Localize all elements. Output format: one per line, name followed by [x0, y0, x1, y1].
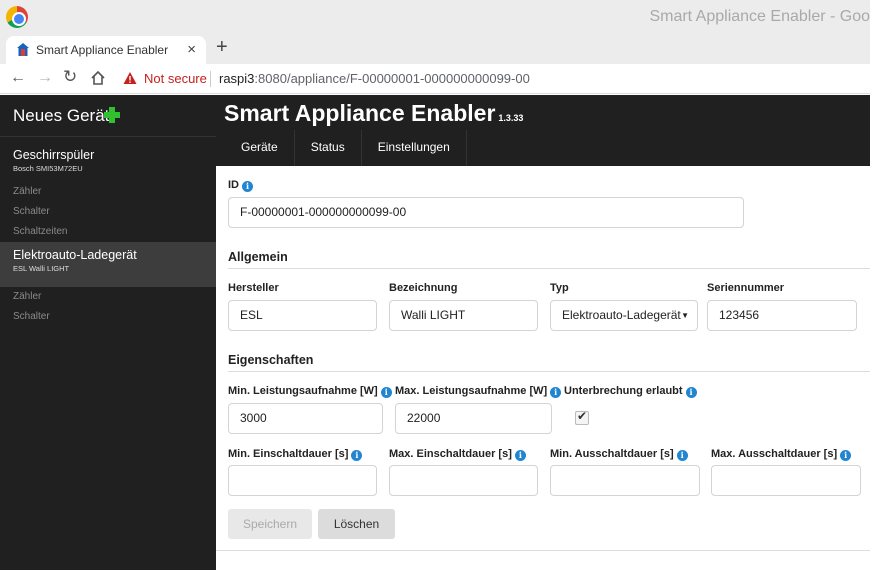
device-name: Elektroauto-Ladegerät [13, 248, 137, 262]
menu-item-status[interactable]: Status [293, 130, 361, 166]
min-on-duration-input[interactable] [228, 465, 377, 496]
manufacturer-input[interactable]: ESL [228, 300, 377, 331]
device-subtitle: ESL Walli LIGHT [13, 264, 70, 273]
sidebar-link-schalter[interactable]: Schalter [13, 206, 50, 217]
manufacturer-label: Hersteller [228, 282, 279, 294]
tab-title: Smart Appliance Enabler [36, 43, 169, 57]
window-title: Smart Appliance Enabler - Goo [649, 8, 870, 25]
info-icon[interactable]: i [550, 387, 562, 398]
info-icon[interactable]: i [685, 387, 697, 398]
max-power-label-text: Max. Leistungsaufnahme [W] [395, 385, 548, 397]
min-power-label: Min. Leistungsaufnahme [W] i [228, 385, 392, 398]
interruption-label-text: Unterbrechung erlaubt [564, 385, 683, 397]
browser-tab[interactable]: Smart Appliance Enabler × [6, 36, 206, 64]
interruption-label: Unterbrechung erlaubt i [564, 385, 697, 398]
section-general-title: Allgemein [228, 250, 288, 264]
house-favicon-icon [17, 43, 29, 56]
max-power-input[interactable]: 22000 [395, 403, 552, 434]
min-off-duration-input[interactable] [550, 465, 700, 496]
min-power-input[interactable]: 3000 [228, 403, 383, 434]
min-on-duration-label: Min. Einschaltdauer [s] i [228, 448, 363, 461]
new-device-link[interactable]: Neues Gerät [13, 106, 109, 126]
app-version: 1.3.33 [498, 113, 524, 123]
delete-button[interactable]: Löschen [318, 509, 395, 539]
info-icon[interactable]: i [676, 450, 688, 461]
serial-input[interactable]: 123456 [707, 300, 857, 331]
form-bottom-divider [216, 550, 870, 551]
plus-icon[interactable] [104, 107, 120, 123]
home-icon[interactable] [90, 70, 106, 86]
address-bar[interactable]: Not secure raspi3:8080/appliance/F-00000… [116, 66, 870, 92]
sidebar-link-schalter[interactable]: Schalter [13, 311, 50, 322]
sidebar-link-zaehler[interactable]: Zähler [13, 186, 41, 197]
min-on-duration-label-text: Min. Einschaltdauer [s] [228, 448, 349, 460]
forward-arrow-icon[interactable]: → [37, 69, 53, 87]
type-select[interactable]: Elektroauto-Ladegerät ▼ [550, 300, 698, 331]
chrome-logo-icon[interactable] [6, 6, 28, 28]
max-off-duration-label-text: Max. Ausschaltdauer [s] [711, 448, 838, 460]
new-tab-button[interactable]: + [216, 36, 228, 59]
id-label-text: ID [228, 179, 239, 191]
sidebar-device-geschirrspueler[interactable]: Geschirrspüler Bosch SMI53M72EU [0, 142, 216, 187]
browser-toolbar: ← → ↻ Not secure raspi3:8080/appliance/F… [0, 64, 870, 94]
info-icon[interactable]: i [514, 450, 526, 461]
info-icon[interactable]: i [351, 450, 363, 461]
info-icon[interactable]: i [242, 181, 253, 192]
url-text[interactable]: raspi3:8080/appliance/F-00000001-0000000… [219, 71, 530, 86]
device-name: Geschirrspüler [13, 148, 95, 162]
back-arrow-icon[interactable]: ← [10, 69, 26, 87]
warning-triangle-icon [123, 72, 137, 84]
sidebar-device-elektroauto[interactable]: Elektroauto-Ladegerät ESL Walli LIGHT [0, 242, 216, 287]
reload-icon[interactable]: ↻ [63, 67, 77, 87]
sidebar-divider [0, 136, 216, 137]
dropdown-arrow-icon: ▼ [681, 311, 689, 320]
info-icon[interactable]: i [380, 387, 392, 398]
interruption-checkbox[interactable] [575, 409, 589, 425]
serial-label: Seriennummer [707, 282, 785, 294]
url-path: :8080/appliance/F-00000001-000000000099-… [254, 71, 530, 86]
sidebar-link-schaltzeiten[interactable]: Schaltzeiten [13, 226, 67, 237]
max-power-label: Max. Leistungsaufnahme [W] i [395, 385, 562, 398]
omnibox-separator [210, 71, 211, 87]
sidebar-link-zaehler[interactable]: Zähler [13, 291, 41, 302]
name-label: Bezeichnung [389, 282, 458, 294]
min-power-label-text: Min. Leistungsaufnahme [W] [228, 385, 378, 397]
menu-item-geraete[interactable]: Geräte [225, 130, 294, 166]
tab-strip: Smart Appliance Enabler × + [0, 34, 870, 64]
browser-titlebar: Smart Appliance Enabler - Goo [0, 0, 870, 34]
app-title: Smart Appliance Enabler 1.3.33 [224, 100, 523, 127]
info-icon[interactable]: i [840, 450, 852, 461]
device-subtitle: Bosch SMI53M72EU [13, 164, 83, 173]
max-on-duration-label-text: Max. Einschaltdauer [s] [389, 448, 512, 460]
url-host: raspi3 [219, 71, 255, 86]
type-select-value: Elektroauto-Ladegerät [562, 308, 681, 322]
save-button[interactable]: Speichern [228, 509, 312, 539]
min-off-duration-label: Min. Ausschaltdauer [s] i [550, 448, 688, 461]
id-label: ID i [228, 179, 253, 192]
min-off-duration-label-text: Min. Ausschaltdauer [s] [550, 448, 674, 460]
section-divider [228, 268, 870, 269]
max-on-duration-label: Max. Einschaltdauer [s] i [389, 448, 526, 461]
tab-close-icon[interactable]: × [187, 41, 196, 58]
max-off-duration-label: Max. Ausschaltdauer [s] i [711, 448, 852, 461]
name-input[interactable]: Walli LIGHT [389, 300, 538, 331]
menu-item-einstellungen[interactable]: Einstellungen [360, 130, 467, 166]
section-divider [228, 371, 870, 372]
section-properties-title: Eigenschaften [228, 353, 314, 367]
top-menu: Geräte Status Einstellungen [225, 130, 467, 166]
max-off-duration-input[interactable] [711, 465, 861, 496]
sidebar: Neues Gerät Geschirrspüler Bosch SMI53M7… [0, 95, 216, 570]
appliance-form: ID i F-00000001-000000000099-00 Allgemein… [216, 166, 870, 570]
app-header: Smart Appliance Enabler 1.3.33 Geräte Sta… [216, 95, 870, 166]
app-title-text: Smart Appliance Enabler [224, 100, 496, 126]
type-label: Typ [550, 282, 569, 294]
max-on-duration-input[interactable] [389, 465, 538, 496]
security-indicator[interactable]: Not secure [144, 71, 207, 86]
id-input[interactable]: F-00000001-000000000099-00 [228, 197, 744, 228]
